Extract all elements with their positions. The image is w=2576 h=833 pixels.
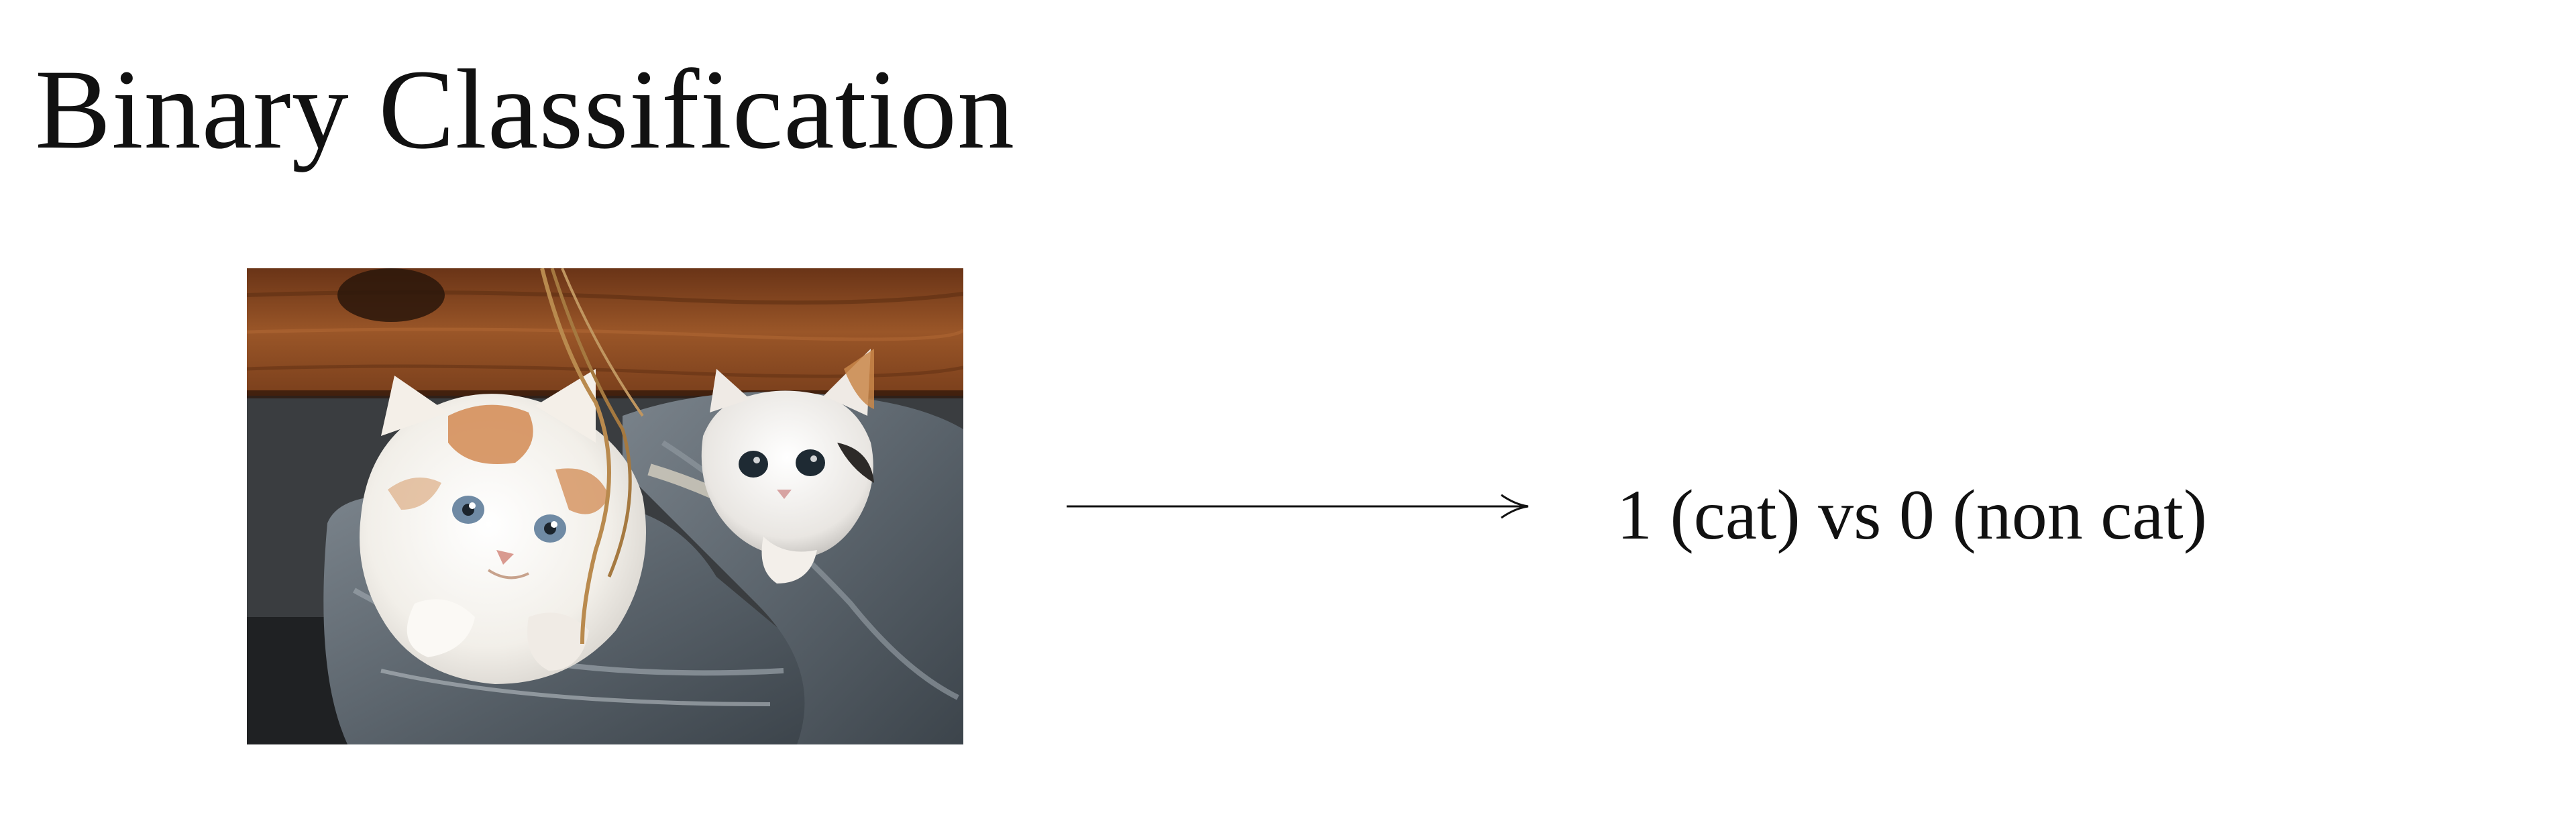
slide-title: Binary Classification [35, 46, 1016, 172]
cat-photo [247, 268, 963, 744]
classification-label: 1 (cat) vs 0 (non cat) [1617, 476, 2208, 554]
right-arrow-icon [1067, 494, 1529, 519]
